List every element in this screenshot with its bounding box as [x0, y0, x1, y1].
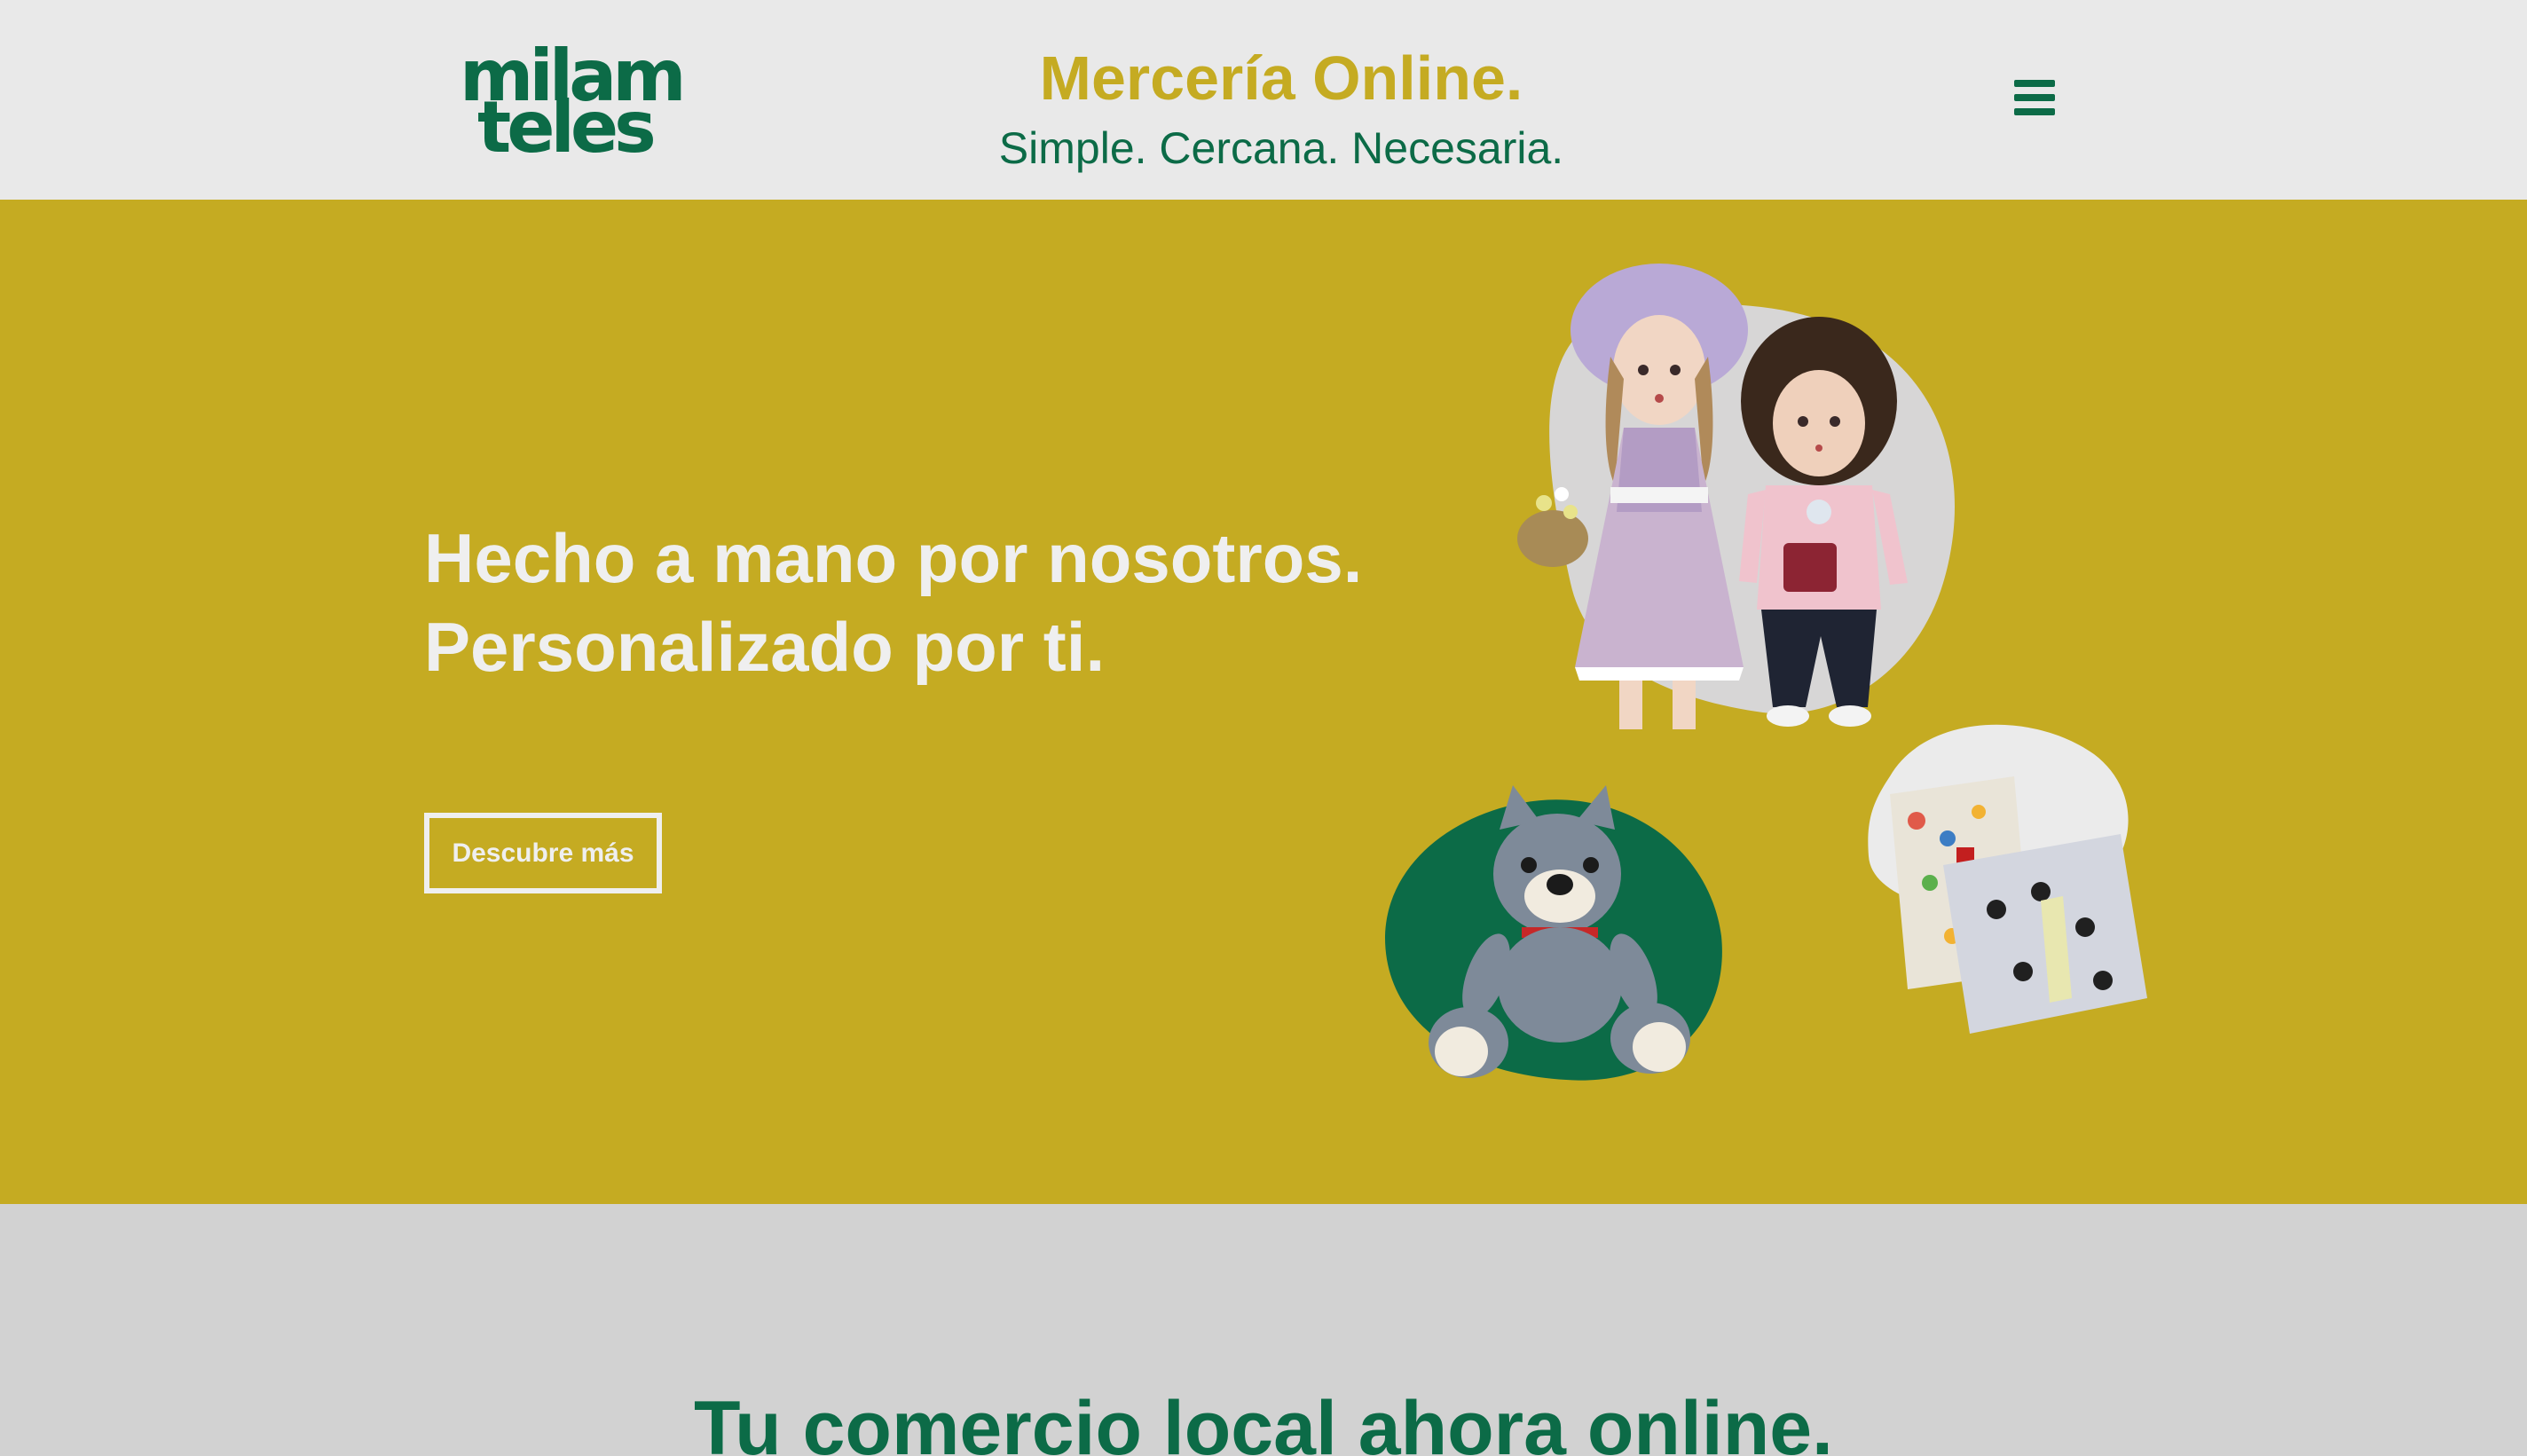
brand-title: Mercería Online. [1039, 43, 1523, 113]
menu-bar-bottom [2014, 108, 2055, 115]
discover-more-button[interactable]: Descubre más [424, 813, 662, 893]
hamburger-menu-icon[interactable] [2011, 76, 2060, 122]
hero-heading: Hecho a mano por nosotros. Personalizado… [424, 514, 1489, 691]
rag-dolls-image [1517, 264, 1956, 729]
fabric-pouches-image [1868, 724, 2147, 1034]
section-title: Tu comercio local ahora online. [694, 1386, 1833, 1456]
hero-section: Hecho a mano por nosotros. Personalizado… [0, 200, 2527, 1204]
hero-heading-line1: Hecho a mano por nosotros. [424, 519, 1363, 597]
local-commerce-section: Tu comercio local ahora online. [0, 1204, 2527, 1456]
menu-bar-top [2014, 80, 2055, 87]
menu-bar-middle [2014, 94, 2055, 101]
site-header: milam teles Mercería Online. Simple. Cer… [0, 0, 2527, 200]
brand-tagline: Simple. Cercana. Necesaria. [998, 123, 1564, 173]
hero-heading-line2: Personalizado por ti. [424, 608, 1106, 686]
crochet-bear-image [1384, 785, 1722, 1081]
